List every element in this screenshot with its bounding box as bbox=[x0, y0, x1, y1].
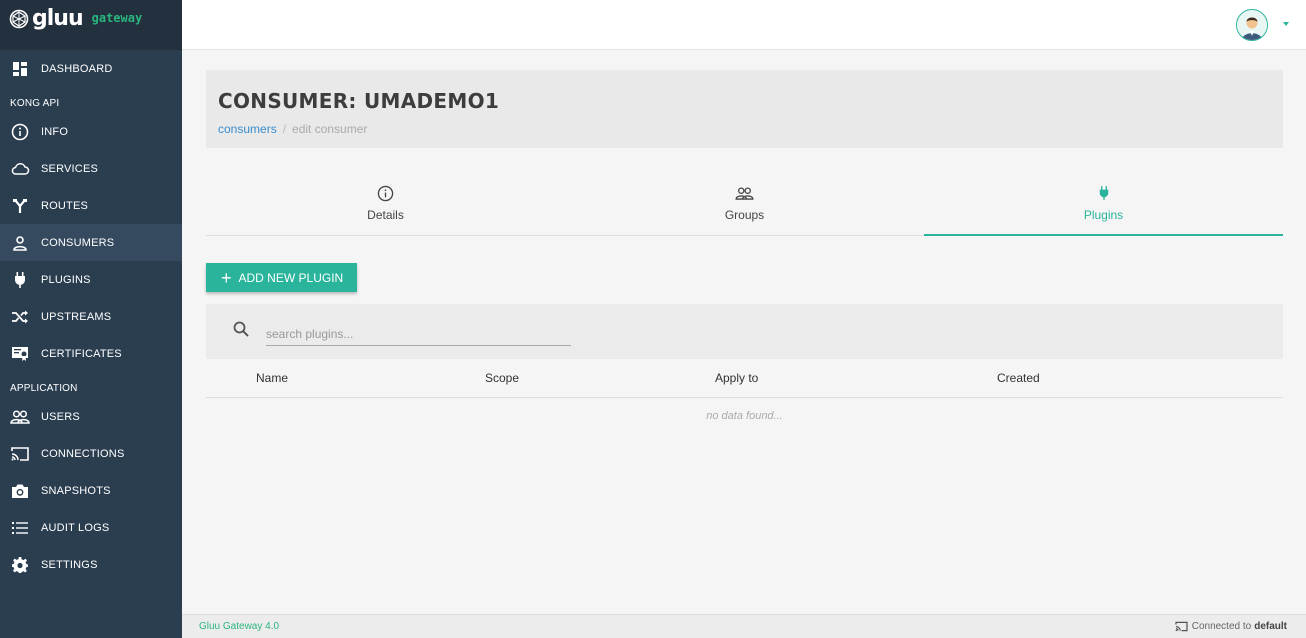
plug-icon bbox=[1098, 184, 1110, 202]
brand-logo-text: gluu bbox=[32, 6, 84, 31]
tab-label: Groups bbox=[724, 208, 765, 222]
sidebar-item-label: DASHBOARD bbox=[41, 62, 113, 75]
search-icon bbox=[233, 321, 249, 342]
sidebar-item-label: SNAPSHOTS bbox=[41, 484, 111, 497]
tab-label: Details bbox=[367, 208, 404, 222]
breadcrumb-link-consumers[interactable]: consumers bbox=[218, 122, 277, 136]
sidebar-item-users[interactable]: USERS bbox=[0, 398, 182, 435]
plug-icon bbox=[10, 270, 30, 290]
user-icon bbox=[10, 233, 30, 253]
sidebar-item-plugins[interactable]: PLUGINS bbox=[0, 261, 182, 298]
certificate-icon bbox=[10, 344, 30, 364]
breadcrumb-current: edit consumer bbox=[292, 122, 368, 136]
tab-groups[interactable]: Groups bbox=[565, 184, 924, 235]
sidebar-item-label: CERTIFICATES bbox=[41, 347, 122, 360]
add-new-plugin-label: ADD NEW PLUGIN bbox=[238, 270, 344, 285]
sidebar-item-label: USERS bbox=[41, 410, 80, 423]
breadcrumb-separator: / bbox=[282, 122, 287, 136]
page-header: CONSUMER: UMADEMO1 consumers / edit consum… bbox=[206, 70, 1283, 148]
brand[interactable]: gluu gateway bbox=[0, 0, 182, 50]
sidebar-nav: DASHBOARD bbox=[0, 50, 182, 87]
sidebar-item-label: INFO bbox=[41, 125, 69, 138]
chevron-down-icon[interactable] bbox=[1283, 22, 1289, 26]
sidebar-item-snapshots[interactable]: SNAPSHOTS bbox=[0, 472, 182, 509]
brand-sub-text: gateway bbox=[91, 11, 143, 25]
sidebar-app-list: USERS CONNECTIONS SNAPSHOTS AUDIT LOGS S… bbox=[0, 398, 182, 583]
sidebar-item-info[interactable]: INFO bbox=[0, 113, 182, 150]
plus-icon: + bbox=[221, 267, 232, 288]
gear-icon bbox=[10, 555, 30, 575]
list-icon bbox=[10, 518, 30, 538]
cast-icon bbox=[1175, 621, 1188, 632]
sidebar-item-label: PLUGINS bbox=[41, 273, 91, 286]
sidebar-item-label: ROUTES bbox=[41, 199, 89, 212]
sidebar-item-consumers[interactable]: CONSUMERS bbox=[0, 224, 182, 261]
search-input[interactable] bbox=[266, 317, 571, 346]
empty-state-text: no data found... bbox=[706, 410, 783, 422]
users-icon bbox=[735, 184, 754, 202]
avatar-icon bbox=[1237, 10, 1267, 40]
column-header-apply-to[interactable]: Apply to bbox=[715, 371, 758, 385]
page-title: CONSUMER: UMADEMO1 bbox=[218, 89, 500, 113]
cloud-icon bbox=[10, 159, 30, 179]
add-new-plugin-button[interactable]: + ADD NEW PLUGIN bbox=[206, 263, 357, 292]
column-header-scope[interactable]: Scope bbox=[485, 371, 519, 385]
sidebar-item-label: UPSTREAMS bbox=[41, 310, 112, 323]
sidebar-item-audit-logs[interactable]: AUDIT LOGS bbox=[0, 509, 182, 546]
table-header: Name Scope Apply to Created bbox=[206, 359, 1283, 398]
sidebar-item-services[interactable]: SERVICES bbox=[0, 150, 182, 187]
brand-logo: gluu bbox=[9, 6, 84, 31]
routes-icon bbox=[10, 196, 30, 216]
sidebar: gluu gateway DASHBOARD KONG API INFO SER… bbox=[0, 0, 182, 638]
camera-icon bbox=[10, 481, 30, 501]
sidebar-item-label: AUDIT LOGS bbox=[41, 521, 110, 534]
gluu-logo-icon bbox=[9, 9, 29, 29]
sidebar-item-label: CONNECTIONS bbox=[41, 447, 125, 460]
sidebar-item-certificates[interactable]: CERTIFICATES bbox=[0, 335, 182, 372]
sidebar-item-settings[interactable]: SETTINGS bbox=[0, 546, 182, 583]
plugins-table: Name Scope Apply to Created no data foun… bbox=[206, 304, 1283, 422]
tab-bar: Details Groups Plugins bbox=[206, 184, 1283, 236]
search-bar bbox=[206, 304, 1283, 359]
breadcrumb: consumers / edit consumer bbox=[218, 122, 1271, 136]
shuffle-icon bbox=[10, 307, 30, 327]
tab-label: Plugins bbox=[1083, 208, 1124, 222]
sidebar-item-label: CONSUMERS bbox=[41, 236, 115, 249]
sidebar-item-routes[interactable]: ROUTES bbox=[0, 187, 182, 224]
sidebar-item-label: SERVICES bbox=[41, 162, 99, 175]
column-header-created[interactable]: Created bbox=[997, 371, 1040, 385]
cast-icon bbox=[10, 444, 30, 464]
sidebar-item-connections[interactable]: CONNECTIONS bbox=[0, 435, 182, 472]
sidebar-item-upstreams[interactable]: UPSTREAMS bbox=[0, 298, 182, 335]
tab-plugins[interactable]: Plugins bbox=[924, 184, 1283, 236]
connection-status: Connected to default bbox=[1175, 621, 1287, 632]
sidebar-item-dashboard[interactable]: DASHBOARD bbox=[0, 50, 182, 87]
user-avatar[interactable] bbox=[1236, 9, 1268, 41]
connection-prefix: Connected to bbox=[1191, 621, 1252, 632]
tab-details[interactable]: Details bbox=[206, 184, 565, 235]
info-icon bbox=[377, 184, 394, 202]
sidebar-section-kong: KONG API bbox=[10, 98, 60, 109]
column-header-name[interactable]: Name bbox=[256, 371, 288, 385]
top-bar bbox=[182, 0, 1306, 50]
footer: Gluu Gateway 4.0 Connected to default bbox=[182, 614, 1306, 638]
main-content: CONSUMER: UMADEMO1 consumers / edit consum… bbox=[206, 70, 1283, 422]
app-version: Gluu Gateway 4.0 bbox=[199, 621, 280, 632]
sidebar-item-label: SETTINGS bbox=[41, 558, 98, 571]
sidebar-kong-list: INFO SERVICES ROUTES CONSUMERS PLUGINS U… bbox=[0, 113, 182, 372]
dashboard-icon bbox=[10, 59, 30, 79]
connection-name: default bbox=[1254, 621, 1287, 632]
users-icon bbox=[10, 407, 30, 427]
info-icon bbox=[10, 122, 30, 142]
sidebar-section-application: APPLICATION bbox=[10, 383, 78, 394]
